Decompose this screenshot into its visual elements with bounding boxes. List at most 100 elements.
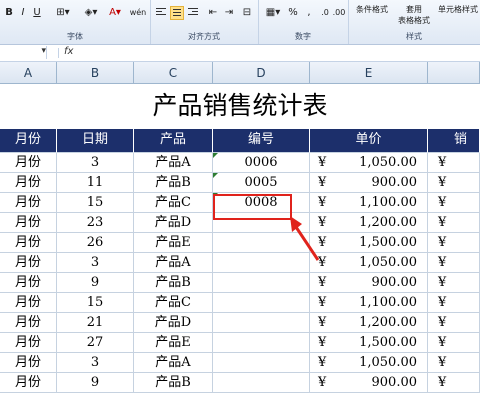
border-button[interactable]: ⊞▾	[52, 6, 74, 20]
name-box[interactable]: ▾	[0, 46, 47, 59]
cell-month[interactable]: 月份	[0, 293, 57, 313]
cell-sales[interactable]: ¥	[428, 273, 480, 293]
bold-button[interactable]: B	[2, 6, 16, 20]
cell-code[interactable]: 0005	[213, 173, 310, 193]
currency-format-button[interactable]: ▦▾	[262, 6, 284, 20]
cell-month[interactable]: 月份	[0, 173, 57, 193]
cell-product[interactable]: 产品B	[134, 173, 213, 193]
column-header-b[interactable]: B	[57, 62, 134, 84]
cell-month[interactable]: 月份	[0, 233, 57, 253]
cell-product[interactable]: 产品B	[134, 273, 213, 293]
cell-sales[interactable]: ¥	[428, 333, 480, 353]
column-header-a[interactable]: A	[0, 62, 57, 84]
cell-unit-price[interactable]: ¥1,500.00	[310, 333, 428, 353]
cell-code[interactable]	[213, 293, 310, 313]
cell-date[interactable]: 9	[57, 273, 134, 293]
cell-month[interactable]: 月份	[0, 313, 57, 333]
cell-code[interactable]	[213, 313, 310, 333]
underline-button[interactable]: U	[30, 6, 44, 20]
increase-indent-button[interactable]: ⇥	[222, 6, 236, 20]
cell-sales[interactable]: ¥	[428, 253, 480, 273]
cell-code[interactable]	[213, 333, 310, 353]
cell-code[interactable]	[213, 353, 310, 373]
cell-product[interactable]: 产品A	[134, 153, 213, 173]
cell-sales[interactable]: ¥	[428, 353, 480, 373]
fill-color-button[interactable]: ◈▾	[80, 6, 102, 20]
italic-button[interactable]: I	[16, 6, 30, 20]
conditional-format-button[interactable]: 条件格式	[352, 3, 392, 17]
cell-sales[interactable]: ¥	[428, 233, 480, 253]
sheet-title[interactable]: 产品销售统计表	[0, 85, 480, 127]
column-header-e[interactable]: E	[310, 62, 428, 84]
cell-sales[interactable]: ¥	[428, 193, 480, 213]
cell-code[interactable]	[213, 373, 310, 393]
cell-product[interactable]: 产品D	[134, 313, 213, 333]
cell-product[interactable]: 产品C	[134, 193, 213, 213]
header-month[interactable]: 月份	[0, 129, 57, 153]
cell-product[interactable]: 产品E	[134, 333, 213, 353]
column-header-d[interactable]: D	[213, 62, 310, 84]
cell-date[interactable]: 15	[57, 293, 134, 313]
cell-code[interactable]	[213, 273, 310, 293]
cell-date[interactable]: 27	[57, 333, 134, 353]
column-header-f[interactable]	[428, 62, 480, 84]
header-unit-price[interactable]: 单价	[310, 129, 428, 153]
cell-month[interactable]: 月份	[0, 273, 57, 293]
header-product[interactable]: 产品	[134, 129, 213, 153]
decrease-indent-button[interactable]: ⇤	[206, 6, 220, 20]
cell-sales[interactable]: ¥	[428, 173, 480, 193]
cell-code[interactable]: 0006	[213, 153, 310, 173]
header-sales[interactable]: 销	[428, 129, 480, 153]
align-left-button[interactable]	[154, 6, 168, 20]
cell-month[interactable]: 月份	[0, 253, 57, 273]
align-right-button[interactable]	[186, 6, 200, 20]
cell-date[interactable]: 15	[57, 193, 134, 213]
cell-product[interactable]: 产品A	[134, 253, 213, 273]
cell-date[interactable]: 3	[57, 253, 134, 273]
cell-sales[interactable]: ¥	[428, 373, 480, 393]
cell-unit-price[interactable]: ¥1,050.00	[310, 353, 428, 373]
cell-month[interactable]: 月份	[0, 213, 57, 233]
decrease-decimal-button[interactable]: .00	[332, 6, 346, 20]
cell-month[interactable]: 月份	[0, 193, 57, 213]
increase-decimal-button[interactable]: .0	[318, 6, 332, 20]
cell-product[interactable]: 产品B	[134, 373, 213, 393]
comma-button[interactable]: ,	[302, 6, 316, 20]
table-format-label[interactable]: 表格格式	[392, 14, 436, 28]
font-color-button[interactable]: A▾	[104, 6, 126, 20]
cell-month[interactable]: 月份	[0, 153, 57, 173]
cell-product[interactable]: 产品A	[134, 353, 213, 373]
cell-product[interactable]: 产品E	[134, 233, 213, 253]
formula-input[interactable]	[90, 46, 478, 59]
cell-sales[interactable]: ¥	[428, 293, 480, 313]
column-header-c[interactable]: C	[134, 62, 213, 84]
cell-unit-price[interactable]: ¥900.00	[310, 373, 428, 393]
cell-styles-button[interactable]: 单元格样式	[436, 3, 480, 17]
cell-sales[interactable]: ¥	[428, 313, 480, 333]
cell-product[interactable]: 产品D	[134, 213, 213, 233]
cell-date[interactable]: 3	[57, 153, 134, 173]
cell-unit-price[interactable]: ¥900.00	[310, 273, 428, 293]
cell-date[interactable]: 11	[57, 173, 134, 193]
function-icon[interactable]: fx	[64, 46, 73, 57]
cell-unit-price[interactable]: ¥1,050.00	[310, 153, 428, 173]
cell-date[interactable]: 21	[57, 313, 134, 333]
cell-unit-price[interactable]: ¥1,100.00	[310, 293, 428, 313]
cell-sales[interactable]: ¥	[428, 213, 480, 233]
header-code[interactable]: 编号	[213, 129, 310, 153]
cell-date[interactable]: 9	[57, 373, 134, 393]
merge-center-button[interactable]: ⊟	[240, 6, 254, 20]
percent-button[interactable]: %	[286, 6, 300, 20]
cell-date[interactable]: 26	[57, 233, 134, 253]
cell-month[interactable]: 月份	[0, 353, 57, 373]
cell-unit-price[interactable]: ¥1,200.00	[310, 313, 428, 333]
cell-unit-price[interactable]: ¥900.00	[310, 173, 428, 193]
cell-sales[interactable]: ¥	[428, 153, 480, 173]
cell-product[interactable]: 产品C	[134, 293, 213, 313]
cell-date[interactable]: 3	[57, 353, 134, 373]
phonetic-button[interactable]: wén	[128, 6, 148, 20]
cell-date[interactable]: 23	[57, 213, 134, 233]
header-date[interactable]: 日期	[57, 129, 134, 153]
align-center-button[interactable]	[170, 6, 184, 20]
cell-month[interactable]: 月份	[0, 373, 57, 393]
